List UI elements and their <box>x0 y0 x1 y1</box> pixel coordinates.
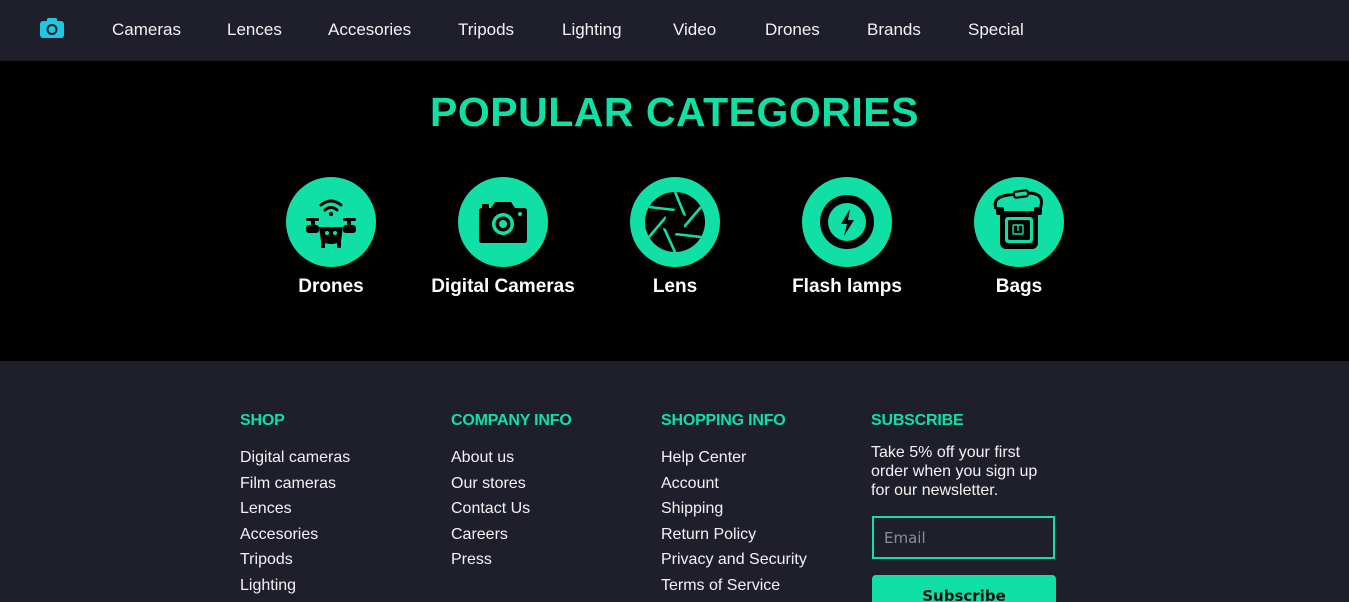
footer-link-terms-of-service[interactable]: Terms of Service <box>661 573 861 599</box>
category-flash-lamps[interactable]: Flash lamps <box>747 177 947 299</box>
category-icon-circle <box>802 177 892 267</box>
footer-company-column: COMPANY INFO About us Our stores Contact… <box>451 411 651 573</box>
footer-link-film-cameras[interactable]: Film cameras <box>240 471 440 497</box>
aperture-icon <box>645 191 705 253</box>
nav-item-drones[interactable]: Drones <box>765 19 820 41</box>
footer-heading-shopping: SHOPPING INFO <box>661 412 786 429</box>
category-icon-circle <box>974 177 1064 267</box>
category-icon-circle <box>458 177 548 267</box>
top-nav: Cameras Lences Accesories Tripods Lighti… <box>0 0 1349 61</box>
category-drones[interactable]: Drones <box>231 177 431 299</box>
footer: SHOP Digital cameras Film cameras Lences… <box>0 361 1349 602</box>
camera-bag-icon <box>993 189 1043 249</box>
footer-heading-subscribe: SUBSCRIBE <box>871 412 964 429</box>
footer-link-lences[interactable]: Lences <box>240 496 440 522</box>
footer-link-accesories[interactable]: Accesories <box>240 522 440 548</box>
footer-link-about-us[interactable]: About us <box>451 445 651 471</box>
flash-icon <box>820 195 874 249</box>
category-lens[interactable]: Lens <box>575 177 775 299</box>
footer-link-our-stores[interactable]: Our stores <box>451 471 651 497</box>
nav-item-tripods[interactable]: Tripods <box>458 19 514 41</box>
footer-link-privacy-security[interactable]: Privacy and Security <box>661 547 861 573</box>
footer-link-careers[interactable]: Careers <box>451 522 651 548</box>
footer-heading-shop: SHOP <box>240 412 285 429</box>
footer-link-shipping[interactable]: Shipping <box>661 496 861 522</box>
footer-link-tripods[interactable]: Tripods <box>240 547 440 573</box>
footer-link-contact-us[interactable]: Contact Us <box>451 496 651 522</box>
category-label: Flash lamps <box>792 276 902 297</box>
nav-item-special[interactable]: Special <box>968 19 1024 41</box>
footer-link-press[interactable]: Press <box>451 547 651 573</box>
footer-link-help-center[interactable]: Help Center <box>661 445 861 471</box>
footer-subscribe-column: SUBSCRIBE Take 5% off your first order w… <box>871 411 1071 500</box>
footer-heading-company: COMPANY INFO <box>451 412 572 429</box>
category-icon-circle <box>630 177 720 267</box>
footer-link-return-policy[interactable]: Return Policy <box>661 522 861 548</box>
category-label: Drones <box>298 276 364 297</box>
nav-item-lighting[interactable]: Lighting <box>562 19 622 41</box>
nav-item-accesories[interactable]: Accesories <box>328 19 411 41</box>
category-icon-circle <box>286 177 376 267</box>
subscribe-button[interactable]: Subscribe <box>872 575 1056 602</box>
footer-shopping-column: SHOPPING INFO Help Center Account Shippi… <box>661 411 861 599</box>
drone-icon <box>306 199 356 248</box>
footer-link-digital-cameras[interactable]: Digital cameras <box>240 445 440 471</box>
popular-categories-section: POPULAR CATEGORIES Drones Digital Camera… <box>0 61 1349 361</box>
nav-item-video[interactable]: Video <box>673 19 716 41</box>
nav-item-brands[interactable]: Brands <box>867 19 921 41</box>
email-field[interactable] <box>872 516 1055 559</box>
nav-item-lences[interactable]: Lences <box>227 19 282 41</box>
camera-icon[interactable] <box>40 17 64 38</box>
nav-item-cameras[interactable]: Cameras <box>112 19 181 41</box>
category-bags[interactable]: Bags <box>919 177 1119 299</box>
section-title: POPULAR CATEGORIES <box>430 89 919 135</box>
category-label: Bags <box>995 276 1043 297</box>
subscribe-description: Take 5% off your first order when you si… <box>871 444 1038 499</box>
category-label: Digital Cameras <box>431 276 575 297</box>
footer-link-account[interactable]: Account <box>661 471 861 497</box>
footer-link-lighting[interactable]: Lighting <box>240 573 440 599</box>
category-label: Lens <box>652 276 698 297</box>
camera-icon <box>479 202 527 243</box>
footer-shop-column: SHOP Digital cameras Film cameras Lences… <box>240 411 440 599</box>
category-digital-cameras[interactable]: Digital Cameras <box>403 177 603 299</box>
